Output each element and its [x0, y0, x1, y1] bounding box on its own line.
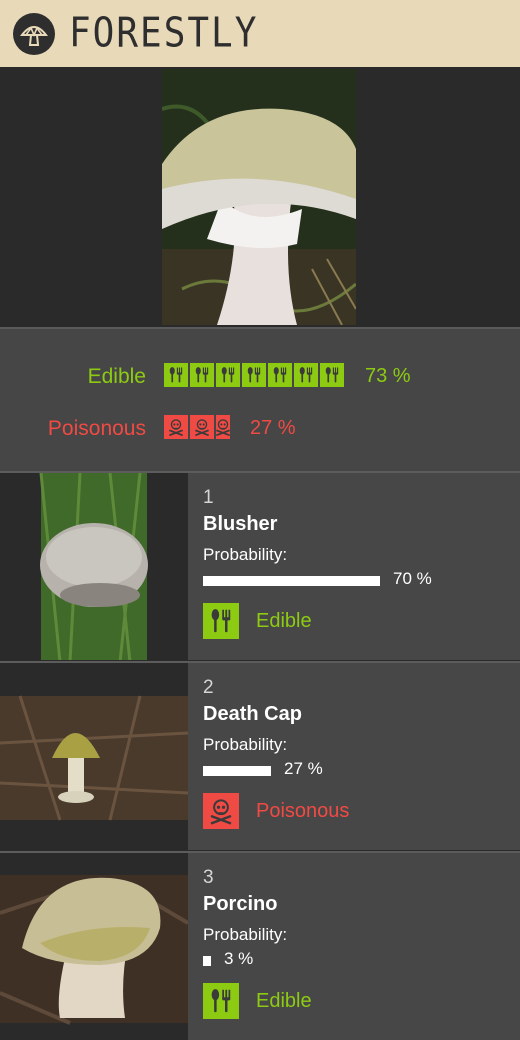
summary-poisonous-label: Poisonous	[47, 417, 146, 440]
result-info: 3 Porcino Probability: 3 % Edible	[203, 853, 520, 1040]
skull-crossbones-icon	[164, 415, 188, 439]
fork-spoon-icon	[242, 363, 266, 387]
fork-spoon-icon	[203, 603, 239, 639]
probability-bar	[203, 766, 271, 776]
skull-crossbones-icon	[203, 793, 239, 829]
result-rank: 2	[203, 677, 214, 698]
summary-edible-bar	[164, 363, 344, 387]
result-name[interactable]: Death Cap	[203, 703, 302, 726]
probability-percent: 3 %	[224, 949, 254, 968]
result-rank: 3	[203, 867, 214, 888]
result-card[interactable]: 1 Blusher Probability: 70 % Edible	[0, 471, 520, 660]
result-info: 1 Blusher Probability: 70 % Edible	[203, 473, 520, 660]
result-category: Poisonous	[256, 800, 350, 822]
result-card[interactable]: 3 Porcino Probability: 3 % Edible	[0, 851, 520, 1040]
result-name[interactable]: Blusher	[203, 513, 277, 536]
probability-label: Probability:	[203, 735, 288, 754]
fork-spoon-icon	[164, 363, 188, 387]
fork-spoon-icon	[268, 363, 292, 387]
summary-edible-label: Edible	[87, 365, 146, 388]
fork-spoon-icon	[216, 363, 240, 387]
probability-label: Probability:	[203, 545, 288, 564]
result-card[interactable]: 2 Death Cap Probability: 27 % Poisonous	[0, 661, 520, 850]
summary-poisonous-row: Poisonous 27 %	[0, 415, 520, 445]
probability-bar	[203, 576, 380, 586]
uploaded-photo-panel	[0, 67, 520, 327]
result-category: Edible	[256, 990, 312, 1012]
skull-crossbones-icon	[190, 415, 214, 439]
result-thumbnail	[0, 473, 188, 660]
result-info: 2 Death Cap Probability: 27 % Poisonous	[203, 663, 520, 850]
fork-spoon-icon	[294, 363, 318, 387]
result-rank: 1	[203, 487, 214, 508]
fork-spoon-icon	[190, 363, 214, 387]
edibility-summary: Edible 73 % Poisonous 27 %	[0, 327, 520, 471]
uploaded-mushroom-photo[interactable]	[162, 69, 356, 325]
probability-label: Probability:	[203, 925, 288, 944]
probability-percent: 70 %	[393, 569, 432, 588]
result-thumbnail	[0, 663, 188, 850]
fork-spoon-icon	[203, 983, 239, 1019]
result-thumbnail	[0, 853, 188, 1040]
app-header: FORESTLY	[0, 0, 520, 67]
summary-edible-row: Edible 73 %	[0, 363, 520, 393]
fork-spoon-icon	[320, 363, 344, 387]
summary-poisonous-bar	[164, 415, 230, 439]
result-category: Edible	[256, 610, 312, 632]
probability-percent: 27 %	[284, 759, 323, 778]
summary-poisonous-percent: 27 %	[250, 417, 296, 439]
probability-bar	[203, 956, 211, 966]
app-title: FORESTLY	[69, 9, 259, 58]
result-name[interactable]: Porcino	[203, 893, 277, 916]
summary-edible-percent: 73 %	[365, 365, 411, 387]
mushroom-logo-icon[interactable]	[13, 12, 55, 55]
skull-crossbones-icon	[216, 415, 230, 439]
